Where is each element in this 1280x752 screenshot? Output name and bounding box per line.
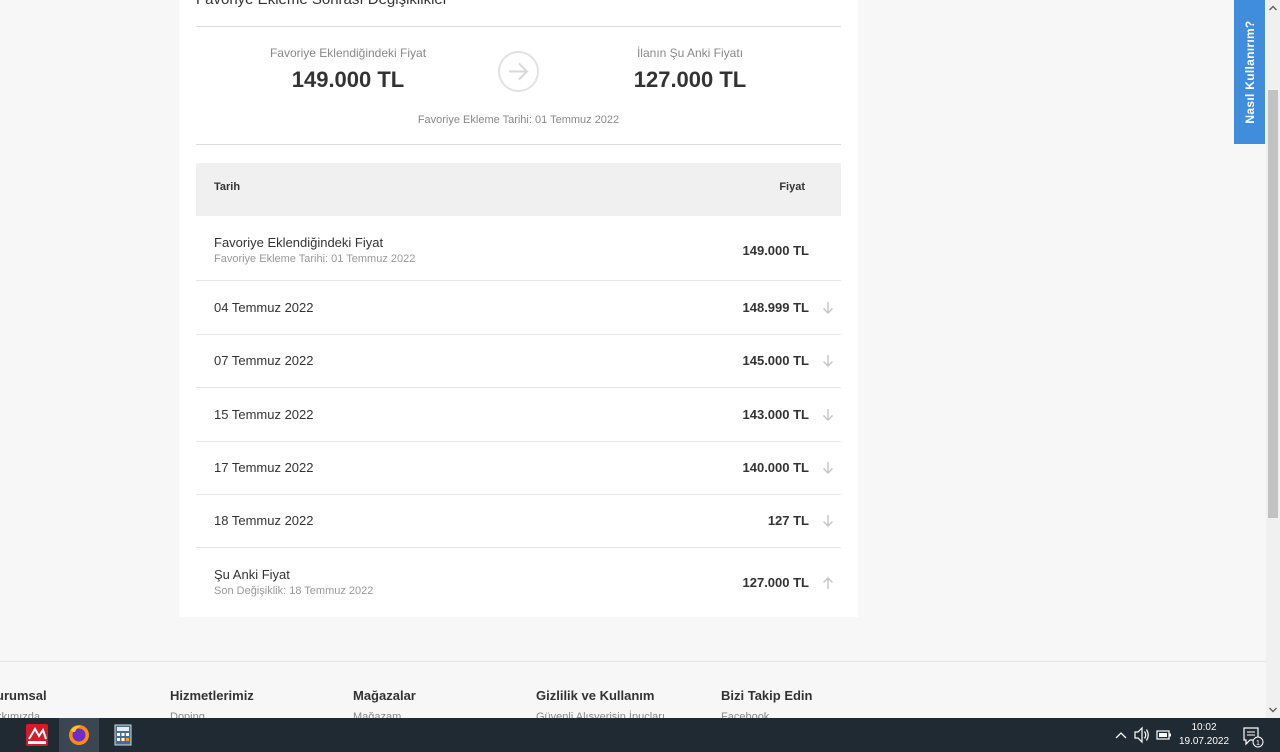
footer-column-social: Bizi Takip Edin Facebook xyxy=(721,688,813,719)
table-row: 17 Temmuz 2022 140.000 TL xyxy=(196,442,841,495)
row-date: 04 Temmuz 2022 xyxy=(214,300,314,315)
row-price: 143.000 TL xyxy=(742,407,810,422)
table-row: Şu Anki Fiyat Son Değişiklik: 18 Temmuz … xyxy=(196,548,841,617)
favorite-price-value: 149.000 TL xyxy=(291,67,405,92)
current-price-label: İlanın Şu Anki Fiyatı xyxy=(636,46,744,60)
row-price: 149.000 TL xyxy=(742,243,810,258)
row-subtext: Son Değişiklik: 18 Temmuz 2022 xyxy=(214,585,374,597)
help-tab-button[interactable]: Nasıl Kullanırım? xyxy=(1234,0,1265,144)
chevron-up-icon[interactable] xyxy=(1113,718,1129,752)
arrow-down-icon xyxy=(823,409,833,421)
footer-heading: Hizmetlerimiz xyxy=(170,688,254,703)
arrow-down-icon xyxy=(823,462,833,474)
row-date: 07 Temmuz 2022 xyxy=(214,353,314,368)
row-date: 17 Temmuz 2022 xyxy=(214,460,314,475)
row-price: 140.000 TL xyxy=(742,460,810,475)
table-row: 04 Temmuz 2022 148.999 TL xyxy=(196,281,841,335)
row-date: Şu Anki Fiyat xyxy=(214,567,290,582)
footer-column-privacy: Gizlilik ve Kullanım Güvenli Alışverişin… xyxy=(536,688,665,719)
table-header: Tarih Fiyat xyxy=(196,163,841,216)
firefox-icon[interactable] xyxy=(59,718,99,752)
help-tab-label: Nasıl Kullanırım? xyxy=(1242,20,1257,124)
speaker-icon[interactable] xyxy=(1133,718,1151,752)
calculator-icon[interactable] xyxy=(103,718,143,752)
footer-heading: Mağazalar xyxy=(353,688,416,703)
arrow-down-icon xyxy=(823,302,833,314)
row-subtext: Favoriye Ekleme Tarihi: 01 Temmuz 2022 xyxy=(214,253,416,265)
battery-icon[interactable] xyxy=(1155,718,1173,752)
section-title: Favoriye Ekleme Sonrası Değişiklikler xyxy=(196,0,448,10)
current-price-block: İlanın Şu Anki Fiyatı 127.000 TL xyxy=(540,45,840,93)
table-row: 18 Temmuz 2022 127 TL xyxy=(196,495,841,548)
arrow-up-icon xyxy=(823,577,833,589)
footer-heading: Bizi Takip Edin xyxy=(721,688,813,703)
system-clock[interactable]: 10:02 19.07.2022 xyxy=(1172,721,1236,749)
row-price: 127.000 TL xyxy=(742,575,810,590)
scroll-up-icon[interactable] xyxy=(1266,0,1280,17)
taskbar: 10:02 19.07.2022 1 xyxy=(0,718,1280,752)
clock-time: 10:02 xyxy=(1191,722,1217,733)
column-header-date: Tarih xyxy=(214,181,241,193)
row-date: 15 Temmuz 2022 xyxy=(214,407,314,422)
scrollbar-thumb[interactable] xyxy=(1268,90,1278,518)
arrow-down-icon xyxy=(823,355,833,367)
app-icon[interactable] xyxy=(17,718,57,752)
table-row: Favoriye Eklendiğindeki Fiyat Favoriye E… xyxy=(196,216,841,281)
favorite-price-label: Favoriye Eklendiğindeki Fiyat xyxy=(269,46,427,60)
notification-count: 1 xyxy=(1256,740,1260,747)
divider xyxy=(196,144,841,145)
row-date: 18 Temmuz 2022 xyxy=(214,513,314,528)
scroll-down-icon[interactable] xyxy=(1266,701,1280,718)
notification-icon[interactable]: 1 xyxy=(1241,718,1265,752)
arrow-down-icon xyxy=(823,515,833,527)
row-price: 127 TL xyxy=(767,513,809,528)
favorite-date: Favoriye Ekleme Tarihi: 01 Temmuz 2022 xyxy=(417,114,620,126)
row-date: Favoriye Eklendiğindeki Fiyat xyxy=(214,235,384,250)
table-row: 07 Temmuz 2022 145.000 TL xyxy=(196,335,841,388)
price-history-card: Favoriye Ekleme Sonrası Değişiklikler Fa… xyxy=(179,0,858,617)
footer-heading: urumsal xyxy=(0,688,47,703)
column-header-price: Fiyat xyxy=(779,181,805,193)
footer-column-corporate: urumsal kkımızda xyxy=(0,688,47,719)
table-row: 15 Temmuz 2022 143.000 TL xyxy=(196,388,841,442)
footer-column-stores: Mağazalar Mağazam xyxy=(353,688,416,719)
footer-heading: Gizlilik ve Kullanım xyxy=(536,688,655,703)
arrow-right-icon xyxy=(498,51,539,92)
row-price: 148.999 TL xyxy=(742,300,810,315)
clock-date: 19.07.2022 xyxy=(1178,736,1230,747)
current-price-value: 127.000 TL xyxy=(633,67,747,92)
footer-column-services: Hizmetlerimiz Doping xyxy=(170,688,254,719)
divider xyxy=(196,26,841,27)
site-footer: urumsal kkımızda Hizmetlerimiz Doping Ma… xyxy=(0,661,1266,719)
page-scrollbar[interactable] xyxy=(1266,0,1280,718)
row-price: 145.000 TL xyxy=(742,353,810,368)
favorite-price-block: Favoriye Eklendiğindeki Fiyat 149.000 TL xyxy=(198,45,498,93)
